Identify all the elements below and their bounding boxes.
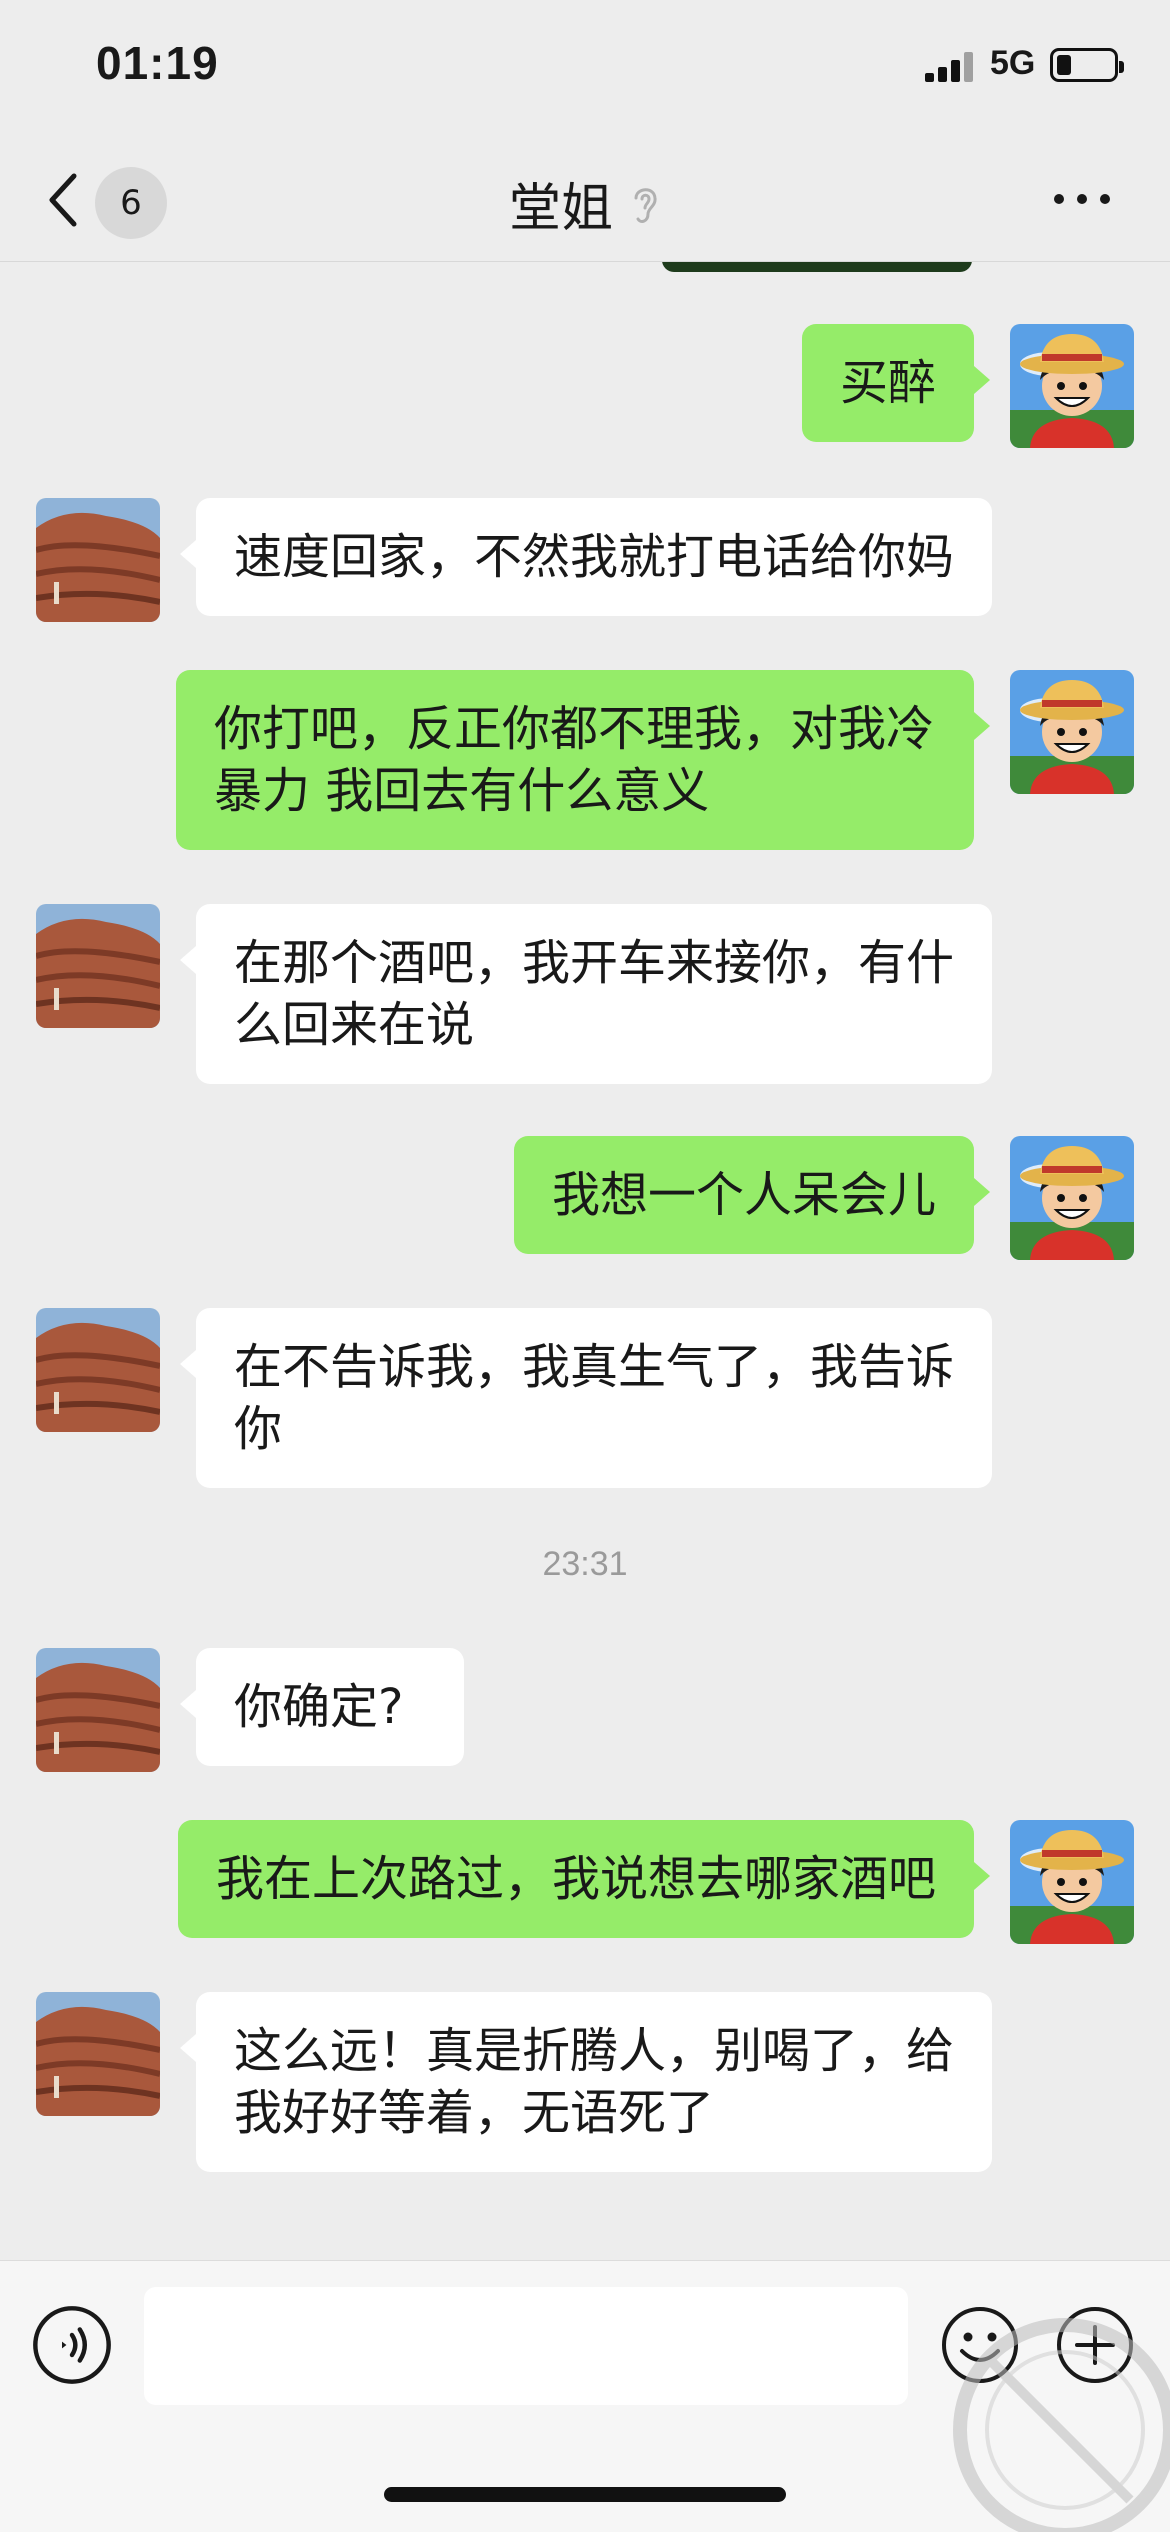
my-avatar[interactable] [1010, 670, 1134, 794]
watermark-logo [953, 2318, 1170, 2532]
my-avatar[interactable] [1010, 1136, 1134, 1260]
cellular-signal-icon [925, 52, 975, 82]
message-bubble[interactable]: 在那个酒吧，我开车来接你，有什么回来在说 [180, 904, 992, 1084]
chat-title: 堂姐 [508, 179, 613, 239]
status-time: 01:19 [96, 37, 219, 89]
message-bubble[interactable]: 买醉 [802, 324, 990, 442]
my-avatar[interactable] [1010, 1820, 1134, 1944]
partial-image-message[interactable] [662, 262, 972, 272]
home-indicator [384, 2487, 786, 2502]
chat-message-list[interactable]: 买醉速度回家，不然我就打电话给你妈你打吧，反正你都不理我，对我冷暴力 我回去有什… [0, 262, 1170, 2260]
time-divider: 23:31 [542, 1545, 628, 1583]
message-bubble[interactable]: 你打吧，反正你都不理我，对我冷暴力 我回去有什么意义 [176, 670, 990, 850]
message-bubble[interactable]: 这么远！真是折腾人，别喝了，给我好好等着，无语死了 [180, 1992, 992, 2172]
more-options-icon[interactable] [1052, 184, 1112, 214]
voice-input-icon[interactable] [32, 2305, 112, 2385]
chat-header: 6 堂姐 [0, 140, 1170, 262]
message-bubble[interactable]: 在不告诉我，我真生气了，我告诉你 [180, 1308, 992, 1488]
ear-icon [634, 187, 657, 223]
network-label: 5G [990, 44, 1036, 82]
message-bubble[interactable]: 我想一个人呆会儿 [514, 1136, 990, 1254]
contact-avatar[interactable] [36, 1308, 160, 1432]
message-bubble[interactable]: 你确定? [180, 1648, 464, 1766]
contact-avatar[interactable] [36, 498, 160, 622]
battery-icon [1050, 48, 1124, 82]
contact-avatar[interactable] [36, 904, 160, 1028]
message-bubble[interactable]: 我在上次路过，我说想去哪家酒吧 [178, 1820, 990, 1938]
contact-avatar[interactable] [36, 1992, 160, 2116]
my-avatar[interactable] [1010, 324, 1134, 448]
contact-avatar[interactable] [36, 1648, 160, 1772]
message-input[interactable] [144, 2287, 908, 2405]
message-bubble[interactable]: 速度回家，不然我就打电话给你妈 [180, 498, 992, 616]
